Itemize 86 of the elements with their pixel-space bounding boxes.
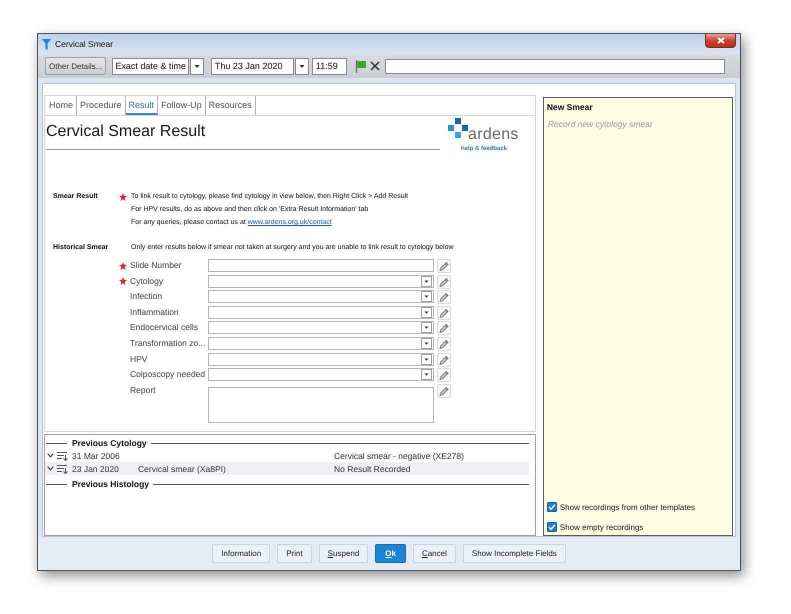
close-button[interactable] bbox=[705, 34, 736, 48]
text-field[interactable] bbox=[384, 58, 725, 74]
caret-icon bbox=[421, 322, 432, 334]
group-title: Previous Cytology bbox=[71, 438, 148, 448]
dialog-button[interactable]: Suspend bbox=[318, 544, 368, 563]
close-icon bbox=[716, 37, 724, 44]
edit-button[interactable] bbox=[437, 368, 451, 382]
pencil-icon bbox=[439, 386, 449, 396]
edit-button[interactable] bbox=[437, 274, 451, 289]
date-cell-text: 23 Jan 2020 bbox=[72, 464, 120, 474]
page-title: Cervical Smear Result bbox=[46, 116, 440, 150]
tab[interactable]: Result bbox=[126, 96, 158, 115]
dropdown-field[interactable] bbox=[208, 336, 434, 350]
tab[interactable]: Resources bbox=[206, 96, 256, 115]
tab[interactable]: Home bbox=[46, 96, 78, 115]
edit-button[interactable] bbox=[437, 321, 451, 336]
dialog-button[interactable]: Information bbox=[212, 544, 270, 563]
dropdown-field[interactable] bbox=[208, 290, 434, 304]
pencil-icon bbox=[439, 292, 449, 302]
time-field[interactable]: 11:59 bbox=[312, 58, 347, 74]
caret-icon bbox=[421, 276, 432, 287]
flag-icon[interactable] bbox=[354, 60, 366, 72]
chevron-down-icon bbox=[47, 466, 54, 471]
field-label: Cytology bbox=[130, 274, 164, 288]
dialog-button[interactable]: Ok bbox=[375, 544, 406, 563]
field-label: Infection bbox=[130, 290, 164, 304]
history-row[interactable]: 31 Mar 2006 Cervical smear - negative (XE278) bbox=[45, 449, 529, 462]
pencil-icon bbox=[439, 308, 449, 318]
dialog-button[interactable]: Show Incomplete Fields bbox=[462, 544, 566, 563]
caret-icon bbox=[421, 306, 432, 318]
sort-icon bbox=[57, 464, 69, 474]
dropdown-field[interactable] bbox=[208, 352, 434, 366]
field-label: HPV bbox=[130, 352, 148, 366]
result-cell: Cervical smear - negative (XE278) bbox=[334, 450, 464, 460]
edit-button[interactable] bbox=[437, 306, 451, 320]
edit-button[interactable] bbox=[437, 352, 451, 367]
history-row[interactable]: 23 Jan 2020 Cervical smear (Xa8PI) No Result Recorded bbox=[45, 462, 529, 475]
cross-icon[interactable] bbox=[370, 61, 380, 71]
field-label: Endocervical cells bbox=[130, 321, 200, 334]
edit-button[interactable] bbox=[437, 336, 451, 351]
dropdown-field[interactable] bbox=[208, 274, 434, 288]
dialog-button[interactable]: Print bbox=[277, 544, 312, 563]
field-label: Colposcopy needed bbox=[130, 368, 206, 382]
edit-button[interactable] bbox=[437, 259, 451, 273]
window-title: Cervical Smear bbox=[55, 39, 114, 49]
field-label: Inflammation bbox=[130, 306, 180, 319]
field-label: Slide Number bbox=[130, 259, 182, 272]
caret-icon bbox=[294, 58, 309, 74]
edit-button[interactable] bbox=[437, 290, 451, 304]
pencil-icon bbox=[439, 354, 449, 365]
group-title: Previous Histology bbox=[71, 479, 150, 489]
hint-text: Record new cytology smear bbox=[546, 119, 654, 129]
pencil-icon bbox=[439, 370, 449, 380]
checkbox-label: Show empty recordings bbox=[560, 522, 644, 532]
logo-wordmark: ardens bbox=[468, 127, 519, 143]
caret-icon bbox=[421, 291, 432, 302]
checkbox[interactable] bbox=[546, 522, 557, 532]
pencil-icon bbox=[439, 276, 449, 287]
pencil-icon bbox=[439, 323, 449, 334]
other-details-button[interactable]: Other Details... bbox=[45, 57, 106, 75]
funnel-icon bbox=[42, 38, 51, 50]
dialog-button[interactable]: Cancel bbox=[412, 544, 456, 563]
logo-icon bbox=[448, 118, 468, 138]
text-field[interactable] bbox=[208, 259, 434, 272]
description-cell-text: Cervical smear (Xa8PI) bbox=[138, 464, 227, 474]
dropdown-field[interactable] bbox=[208, 321, 434, 334]
field-label: Transformation zo... bbox=[130, 336, 206, 350]
dropdown-field[interactable] bbox=[208, 368, 434, 382]
caret-icon bbox=[190, 58, 204, 74]
field-label: Report bbox=[130, 384, 157, 397]
edit-button[interactable] bbox=[437, 384, 451, 398]
checkbox[interactable] bbox=[546, 502, 557, 512]
panel-title: New Smear bbox=[546, 102, 594, 112]
result-cell: No Result Recorded bbox=[334, 464, 411, 474]
caret-icon bbox=[421, 369, 432, 380]
tab[interactable]: Procedure bbox=[77, 96, 126, 115]
sort-icon bbox=[57, 450, 69, 460]
tab[interactable]: Follow-Up bbox=[158, 96, 206, 115]
pencil-icon bbox=[439, 261, 449, 271]
checkbox-label: Show recordings from other templates bbox=[560, 502, 695, 512]
dropdown-field[interactable] bbox=[208, 306, 434, 319]
date-cell-text: 31 Mar 2006 bbox=[72, 450, 121, 460]
caret-icon bbox=[421, 354, 432, 365]
chevron-down-icon bbox=[47, 453, 54, 458]
pencil-icon bbox=[439, 338, 449, 349]
caret-icon bbox=[421, 338, 432, 349]
